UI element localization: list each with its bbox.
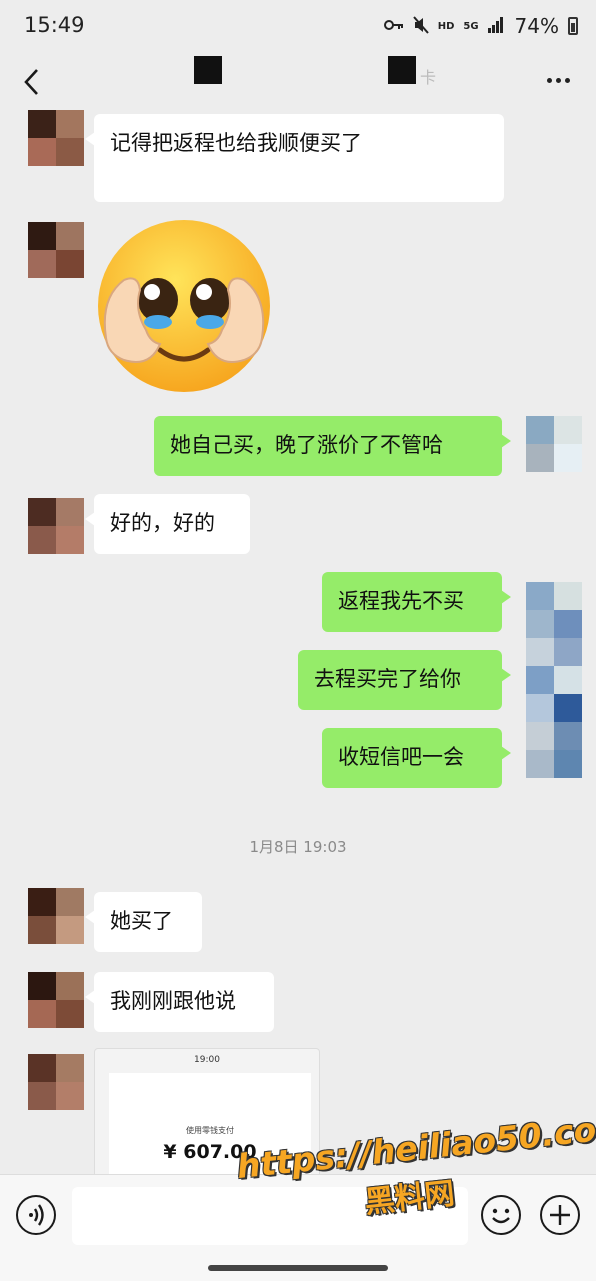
message-input[interactable] — [72, 1187, 468, 1245]
payment-panel: 使用零钱支付 ¥ 607.00 — [109, 1073, 311, 1174]
my-avatar[interactable] — [526, 416, 582, 472]
voice-icon — [29, 1204, 44, 1226]
message-bubble[interactable]: 返程我先不买 — [322, 572, 511, 632]
my-avatar[interactable] — [526, 750, 582, 778]
mute-icon — [412, 15, 429, 37]
redacted-title-block — [388, 56, 416, 84]
more-dot-icon — [564, 77, 570, 83]
message-text: 她买了 — [110, 909, 173, 933]
more-dot-icon — [555, 77, 561, 83]
chat-header: 卡 — [0, 52, 596, 108]
network-label: 5G — [463, 20, 479, 32]
chat-area[interactable]: 记得把返程也给我顺便买了 她自己买，晚了涨价了不管哈 好的，好的 返程我先不买 … — [0, 108, 596, 1174]
emoji-button[interactable] — [481, 1195, 521, 1235]
avatar[interactable] — [28, 498, 84, 554]
my-avatar[interactable] — [526, 582, 582, 638]
message-text: 返程我先不买 — [338, 589, 464, 613]
more-button[interactable] — [538, 60, 578, 100]
chevron-left-icon — [24, 69, 38, 95]
plus-icon — [550, 1205, 570, 1225]
payment-method: 使用零钱支付 — [186, 1126, 234, 1135]
hd-label: HD — [437, 20, 455, 32]
image-message[interactable]: 19:00 使用零钱支付 ¥ 607.00 — [94, 1048, 320, 1174]
avatar[interactable] — [28, 972, 84, 1028]
plus-button[interactable] — [540, 1195, 580, 1235]
avatar[interactable] — [28, 888, 84, 944]
payment-amount: ¥ 607.00 — [163, 1141, 257, 1163]
title-suffix: 卡 — [420, 68, 437, 87]
back-button[interactable] — [14, 58, 50, 102]
my-avatar[interactable] — [526, 694, 582, 750]
home-indicator — [208, 1265, 388, 1271]
message-bubble[interactable]: 记得把返程也给我顺便买了 — [85, 114, 504, 202]
message-bubble[interactable]: 收短信吧一会 — [322, 728, 511, 788]
payment-time: 19:00 — [194, 1055, 220, 1065]
pleading-face-heart-hands-icon — [98, 220, 270, 392]
status-bar: 15:49 HD 5G 74% — [0, 0, 596, 52]
message-bubble[interactable]: 我刚刚跟他说 — [85, 972, 274, 1032]
status-time: 15:49 — [24, 13, 85, 37]
status-icons: HD 5G 74% — [383, 12, 578, 40]
smiley-icon — [492, 1208, 510, 1224]
message-bubble[interactable]: 她买了 — [85, 892, 202, 952]
message-text: 她自己买，晚了涨价了不管哈 — [170, 433, 443, 457]
signal-icon — [487, 16, 504, 36]
key-icon — [383, 19, 404, 34]
sticker-message[interactable] — [94, 218, 274, 398]
avatar[interactable] — [28, 110, 84, 166]
message-bubble[interactable]: 她自己买，晚了涨价了不管哈 — [154, 416, 511, 476]
redacted-title-block — [194, 56, 222, 84]
avatar[interactable] — [28, 1054, 84, 1110]
message-text: 收短信吧一会 — [338, 745, 464, 769]
message-text: 我刚刚跟他说 — [110, 989, 236, 1013]
more-dot-icon — [546, 77, 552, 83]
chat-timestamp: 1月8日 19:03 — [249, 838, 347, 856]
message-text: 记得把返程也给我顺便买了 — [110, 131, 362, 155]
battery-percent: 74% — [514, 14, 559, 38]
avatar[interactable] — [28, 222, 84, 278]
message-bubble[interactable]: 好的，好的 — [85, 494, 250, 554]
voice-button[interactable] — [16, 1195, 56, 1235]
battery-icon — [568, 17, 578, 35]
message-text: 好的，好的 — [110, 511, 215, 535]
my-avatar[interactable] — [526, 638, 582, 694]
message-bubble[interactable]: 去程买完了给你 — [298, 650, 511, 710]
message-text: 去程买完了给你 — [314, 667, 461, 691]
